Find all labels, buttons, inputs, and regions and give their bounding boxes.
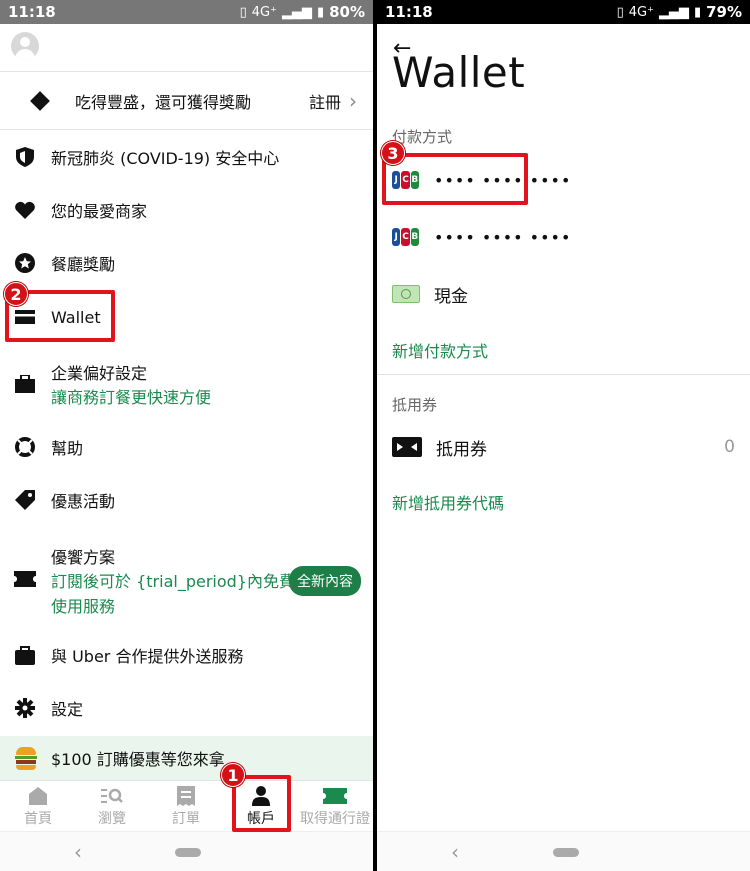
discount-promo-text: $100 訂購優惠等您來拿 xyxy=(51,750,225,769)
battery-percent: 80% xyxy=(329,3,365,21)
account-screen: 11:18 ▯ 4G⁺ ▂▄▆ ▮ 80% 吃得豐盛，還可獲得獎勵 註冊 › 新… xyxy=(0,0,373,871)
network-label: 4G⁺ xyxy=(251,4,277,20)
status-time: 11:18 xyxy=(8,3,56,21)
status-bar: 11:18 ▯ 4G⁺ ▂▄▆ ▮ 79% xyxy=(377,0,750,24)
tag-icon xyxy=(14,489,36,511)
jcb-card-icon: JCB xyxy=(392,228,420,246)
tab-label: 取得通行證 xyxy=(300,811,370,827)
delivery-bag-icon xyxy=(14,644,36,666)
divider xyxy=(377,374,750,375)
page-title: Wallet xyxy=(392,48,526,97)
wallet-screen: 11:18 ▯ 4G⁺ ▂▄▆ ▮ 79% ← Wallet 付款方式 JCB … xyxy=(377,0,750,871)
battery-percent: 79% xyxy=(706,3,742,21)
vibrate-icon: ▯ xyxy=(239,4,247,20)
add-voucher-link[interactable]: 新增抵用券代碼 xyxy=(392,490,504,514)
vibrate-icon: ▯ xyxy=(616,4,624,20)
battery-icon: ▮ xyxy=(316,4,325,20)
menu-sublabel: 訂閱後可於 {trial_period}內免費 xyxy=(51,572,295,591)
status-bar: 11:18 ▯ 4G⁺ ▂▄▆ ▮ 80% xyxy=(0,0,373,24)
signup-promo[interactable]: 吃得豐盛，還可獲得獎勵 註冊 › xyxy=(0,73,373,130)
ticket-icon xyxy=(14,568,36,590)
profile-header xyxy=(0,24,373,72)
voucher-row[interactable]: 抵用券 0 xyxy=(377,425,750,469)
tab-home[interactable]: 首頁 xyxy=(3,785,73,828)
menu-label: 您的最愛商家 xyxy=(51,202,148,221)
chevron-right-icon: › xyxy=(349,89,357,113)
menu-item-business[interactable]: 企業偏好設定 讓商務訂餐更快速方便 xyxy=(0,360,373,408)
menu-label: 企業偏好設定 xyxy=(51,364,148,383)
bottom-nav: 首頁 瀏覽 訂單 帳戶 取得通行證 xyxy=(0,780,373,830)
voucher-label: 抵用券 xyxy=(436,439,487,460)
voucher-icon xyxy=(392,437,422,457)
menu-label: 新冠肺炎 (COVID-19) 安全中心 xyxy=(51,149,280,168)
menu-label: 設定 xyxy=(51,700,84,719)
menu-label: 幫助 xyxy=(51,439,84,458)
menu-sublabel: 讓商務訂餐更快速方便 xyxy=(51,388,212,407)
system-back-icon[interactable]: ‹ xyxy=(74,840,82,864)
heart-icon xyxy=(14,199,36,221)
menu-label: 餐廳獎勵 xyxy=(51,255,116,274)
menu-item-help[interactable]: 幫助 xyxy=(0,432,373,462)
signal-icon: ▂▄▆ xyxy=(658,4,689,20)
system-nav-bar: ‹ xyxy=(0,831,373,871)
system-nav-bar: ‹ xyxy=(377,831,750,871)
browse-search-icon xyxy=(77,785,147,807)
callout-box-card xyxy=(382,153,528,205)
tab-label: 訂單 xyxy=(172,811,200,827)
receipt-icon xyxy=(151,785,221,807)
battery-icon: ▮ xyxy=(693,4,702,20)
menu-item-promotions[interactable]: 優惠活動 xyxy=(0,485,373,515)
tab-orders[interactable]: 訂單 xyxy=(151,785,221,828)
discount-promo-banner[interactable]: $100 訂購優惠等您來拿 xyxy=(0,736,373,780)
tab-label: 首頁 xyxy=(24,811,52,827)
system-home-button[interactable] xyxy=(553,848,579,857)
cash-icon xyxy=(392,285,420,303)
menu-label: 優惠活動 xyxy=(51,492,116,511)
menu-item-covid[interactable]: 新冠肺炎 (COVID-19) 安全中心 xyxy=(0,142,373,172)
tab-get-pass[interactable]: 取得通行證 xyxy=(300,785,370,828)
cash-label: 現金 xyxy=(434,286,468,307)
signal-icon: ▂▄▆ xyxy=(281,4,312,20)
payment-cash-row[interactable]: 現金 xyxy=(377,272,750,316)
star-circle-icon xyxy=(14,252,36,274)
menu-item-deliver[interactable]: 與 Uber 合作提供外送服務 xyxy=(0,640,373,670)
voucher-count: 0 xyxy=(724,437,735,457)
promo-text: 吃得豐盛，還可獲得獎勵 xyxy=(75,93,252,112)
system-back-icon[interactable]: ‹ xyxy=(451,840,459,864)
vouchers-heading: 抵用券 xyxy=(392,396,438,414)
avatar[interactable] xyxy=(11,32,39,60)
menu-label: 與 Uber 合作提供外送服務 xyxy=(51,647,244,666)
network-label: 4G⁺ xyxy=(628,4,654,20)
payment-card-row[interactable]: JCB •••• •••• •••• xyxy=(377,215,750,259)
gear-icon xyxy=(14,697,36,719)
tab-browse[interactable]: 瀏覽 xyxy=(77,785,147,828)
tab-label: 瀏覽 xyxy=(98,811,126,827)
shield-icon xyxy=(14,146,36,168)
menu-label: 優饗方案 xyxy=(51,548,116,567)
rewards-diamond-icon xyxy=(30,91,50,111)
callout-number: 2 xyxy=(4,282,28,306)
status-time: 11:18 xyxy=(385,3,433,21)
briefcase-icon xyxy=(14,373,36,395)
menu-item-settings[interactable]: 設定 xyxy=(0,693,373,723)
new-content-badge: 全新內容 xyxy=(289,566,361,596)
menu-sublabel: 使用服務 xyxy=(51,597,116,616)
home-icon xyxy=(3,785,73,807)
burger-icon xyxy=(14,745,38,771)
callout-number: 1 xyxy=(221,763,245,787)
add-payment-link[interactable]: 新增付款方式 xyxy=(392,338,488,362)
menu-item-rewards[interactable]: 餐廳獎勵 xyxy=(0,248,373,278)
menu-item-favorites[interactable]: 您的最愛商家 xyxy=(0,195,373,225)
callout-number: 3 xyxy=(381,141,405,165)
masked-card-number: •••• •••• •••• xyxy=(434,227,572,247)
system-home-button[interactable] xyxy=(175,848,201,857)
lifebuoy-icon xyxy=(14,436,36,458)
signup-link[interactable]: 註冊 xyxy=(309,89,341,113)
pass-ticket-icon xyxy=(300,785,370,807)
